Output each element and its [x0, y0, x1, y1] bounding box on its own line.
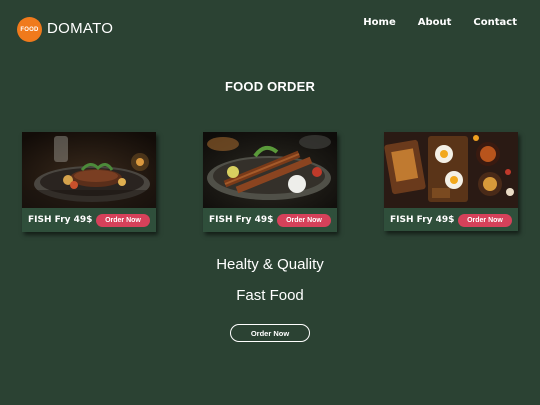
brand-name[interactable]: DOMATO: [47, 20, 113, 37]
card-label: FISH Fry 49$: [390, 215, 455, 225]
tagline-quality: Healty & Quality: [216, 256, 324, 273]
food-card: FISH Fry 49$ Order Now: [203, 132, 337, 232]
food-image-kebab: [203, 132, 337, 208]
card-order-button[interactable]: Order Now: [277, 213, 331, 227]
card-order-button[interactable]: Order Now: [458, 213, 512, 227]
card-label: FISH Fry 49$: [209, 215, 274, 225]
card-label: FISH Fry 49$: [28, 215, 93, 225]
food-image-steak: [22, 132, 156, 208]
card-footer: FISH Fry 49$ Order Now: [384, 208, 518, 232]
nav-home-link[interactable]: Home: [363, 17, 395, 28]
nav-contact-link[interactable]: Contact: [473, 17, 517, 28]
tagline-fast-food: Fast Food: [236, 287, 304, 304]
logo-badge[interactable]: FOOD: [17, 17, 42, 42]
section-title: FOOD ORDER: [224, 79, 316, 94]
food-card: FISH Fry 49$ Order Now: [384, 132, 518, 231]
food-image-breakfast: [384, 132, 518, 208]
card-order-button[interactable]: Order Now: [96, 213, 150, 227]
main-nav: Home About Contact: [363, 17, 517, 28]
food-card: FISH Fry 49$ Order Now: [22, 132, 156, 232]
order-now-button[interactable]: Order Now: [230, 324, 310, 342]
card-footer: FISH Fry 49$ Order Now: [22, 208, 156, 232]
nav-about-link[interactable]: About: [418, 17, 452, 28]
card-footer: FISH Fry 49$ Order Now: [203, 208, 337, 232]
